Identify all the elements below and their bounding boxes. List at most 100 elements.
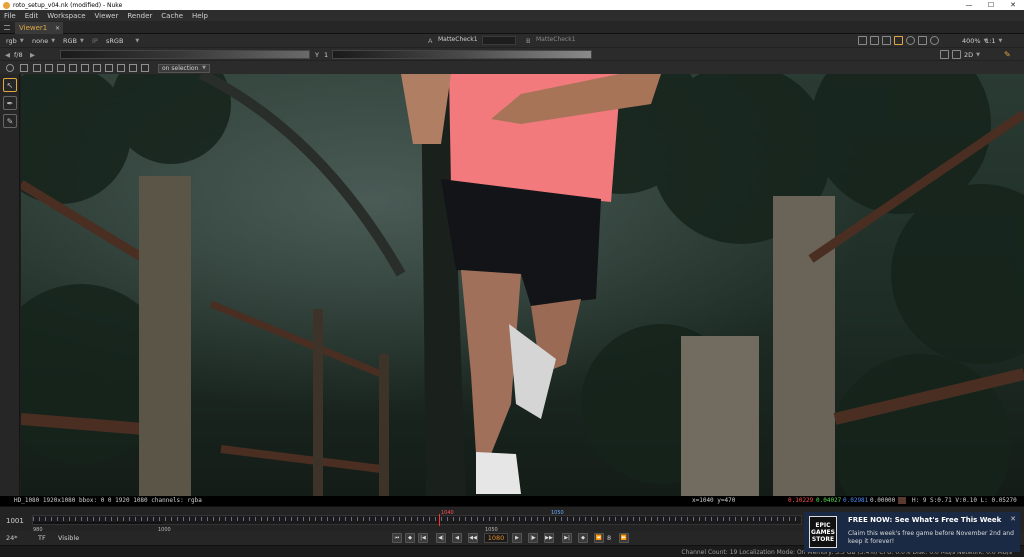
update-icon[interactable]: [930, 36, 939, 45]
channels-dropdown[interactable]: rgb ▼: [6, 36, 24, 45]
input-a-dropdown[interactable]: MatteCheck1: [435, 36, 479, 45]
menu-bar: File Edit Workspace Viewer Render Cache …: [0, 10, 1024, 21]
notification-close-icon[interactable]: ✕: [1010, 515, 1016, 523]
close-window-button[interactable]: ✕: [1002, 1, 1024, 9]
show-curves-icon[interactable]: [93, 64, 101, 72]
menu-workspace[interactable]: Workspace: [47, 12, 85, 20]
ripple-icon[interactable]: [141, 64, 149, 72]
panel-grip-icon[interactable]: [4, 25, 10, 30]
gamma-value[interactable]: 1: [324, 50, 328, 59]
frame-increment[interactable]: 8: [607, 534, 611, 542]
menu-help[interactable]: Help: [192, 12, 208, 20]
color-swatch: [898, 497, 906, 504]
skip-forward-icon[interactable]: ⏩: [619, 533, 629, 543]
tab-label: Viewer1: [19, 24, 48, 32]
zoom-dropdown[interactable]: 400% ▼: [962, 36, 987, 45]
fstop-value[interactable]: f/8: [14, 50, 23, 59]
gamma-slider[interactable]: [332, 50, 592, 59]
notification-heading: FREE NOW: See What's Free This Week: [848, 516, 1002, 524]
feather-icon[interactable]: [20, 64, 28, 72]
epic-games-notification[interactable]: EPIC GAMES STORE FREE NOW: See What's Fr…: [804, 512, 1020, 552]
prev-frame-icon[interactable]: ◀|: [436, 533, 446, 543]
chevron-down-icon: ▼: [80, 37, 84, 44]
show-transform-icon[interactable]: [105, 64, 113, 72]
fstop-arrow-icon[interactable]: ◀: [5, 50, 10, 59]
ratio-dropdown[interactable]: 1:1 ▼: [985, 36, 1002, 45]
step-back-icon[interactable]: ◀◀: [468, 533, 478, 543]
label-shapes-icon[interactable]: [69, 64, 77, 72]
visible-range-dropdown[interactable]: Visible: [58, 534, 79, 542]
last-frame-icon[interactable]: ▶|: [562, 533, 572, 543]
prev-keyframe-icon[interactable]: ◆: [405, 533, 415, 543]
cursor-coords: x=1040 y=470: [692, 497, 736, 504]
viewer-canvas[interactable]: [21, 74, 1024, 496]
ratio-value: 1:1: [985, 36, 996, 45]
proxy-icon[interactable]: [918, 36, 927, 45]
overlay-icon[interactable]: [870, 36, 879, 45]
epic-games-logo: EPIC GAMES STORE: [809, 516, 837, 548]
fstop-arrow-right-icon[interactable]: ▶: [30, 50, 35, 59]
clip-warning-icon[interactable]: [906, 36, 915, 45]
constant-selection-icon[interactable]: [129, 64, 137, 72]
step-forward-icon[interactable]: ▶▶: [544, 533, 554, 543]
maximize-button[interactable]: ☐: [980, 1, 1002, 9]
input-b-label: B: [526, 36, 531, 45]
settings-gear-icon[interactable]: [6, 64, 14, 72]
view-mode-value: 2D: [964, 50, 974, 59]
chevron-down-icon: ▼: [998, 37, 1003, 44]
wipe-mode-dropdown[interactable]: [482, 36, 516, 45]
bezier-tool-icon[interactable]: ✒: [3, 96, 17, 110]
ip-toggle[interactable]: IP: [92, 36, 98, 45]
play-backward-icon[interactable]: ◀: [452, 533, 462, 543]
menu-viewer[interactable]: Viewer: [95, 12, 119, 20]
runner-frame-image: [21, 74, 1024, 496]
first-frame-icon[interactable]: |◀: [418, 533, 428, 543]
select-tool-icon[interactable]: ↖: [3, 78, 17, 92]
red-value: 0.10229: [788, 497, 814, 504]
skip-back-icon[interactable]: ⏪: [594, 533, 604, 543]
cached-range: [33, 522, 163, 524]
next-frame-icon[interactable]: |▶: [528, 533, 538, 543]
current-frame-field[interactable]: 1080: [484, 533, 508, 543]
roto-tool-settings: on selection ▼: [0, 60, 1024, 74]
input-a-label: A: [428, 36, 433, 45]
menu-edit[interactable]: Edit: [25, 12, 39, 20]
menu-render[interactable]: Render: [127, 12, 152, 20]
channels-value: rgb: [6, 36, 17, 45]
lut-dropdown[interactable]: sRGB ▼: [106, 36, 139, 45]
viewer-icon-group: [858, 36, 939, 45]
input-b-dropdown[interactable]: MatteCheck1: [533, 36, 577, 45]
nuke-app-icon: [3, 1, 10, 9]
play-forward-icon[interactable]: ▶: [512, 533, 522, 543]
label-curves-icon[interactable]: [57, 64, 65, 72]
goto-start-icon[interactable]: ⏮: [392, 533, 402, 543]
menu-file[interactable]: File: [4, 12, 16, 20]
timeline-mode-dropdown[interactable]: TF: [38, 534, 46, 542]
playhead[interactable]: [439, 514, 440, 526]
show-box-icon[interactable]: [117, 64, 125, 72]
tab-viewer1[interactable]: Viewer1 ✕: [15, 22, 63, 34]
brush-icon[interactable]: ✎: [1004, 50, 1011, 59]
feedback-mode-dropdown[interactable]: on selection ▼: [158, 64, 210, 73]
checker-icon[interactable]: [882, 36, 891, 45]
minimize-button[interactable]: —: [958, 1, 980, 9]
tab-close-icon[interactable]: ✕: [55, 25, 60, 32]
fps-dropdown[interactable]: 24*: [6, 534, 18, 542]
show-points-icon[interactable]: [81, 64, 89, 72]
gain-slider[interactable]: [60, 50, 310, 59]
camera-icon[interactable]: [952, 50, 961, 59]
view-mode-dropdown[interactable]: 2D ▼: [964, 50, 980, 59]
move-icon[interactable]: [940, 50, 949, 59]
mask-dropdown[interactable]: none ▼: [32, 36, 55, 45]
lines-icon[interactable]: [894, 36, 903, 45]
label-points-icon[interactable]: [45, 64, 53, 72]
panel-tab-bar: Viewer1 ✕: [0, 21, 1024, 34]
transform-icon[interactable]: [33, 64, 41, 72]
menu-cache[interactable]: Cache: [161, 12, 183, 20]
brush-tool-icon[interactable]: ✎: [3, 114, 17, 128]
roi-icon[interactable]: [858, 36, 867, 45]
next-keyframe-icon[interactable]: ◆: [578, 533, 588, 543]
timeline-track[interactable]: 980 1000 1050 1040 1050: [32, 510, 802, 533]
in-frame-value[interactable]: 1001: [6, 517, 24, 525]
display-dropdown[interactable]: RGB ▼: [63, 36, 84, 45]
